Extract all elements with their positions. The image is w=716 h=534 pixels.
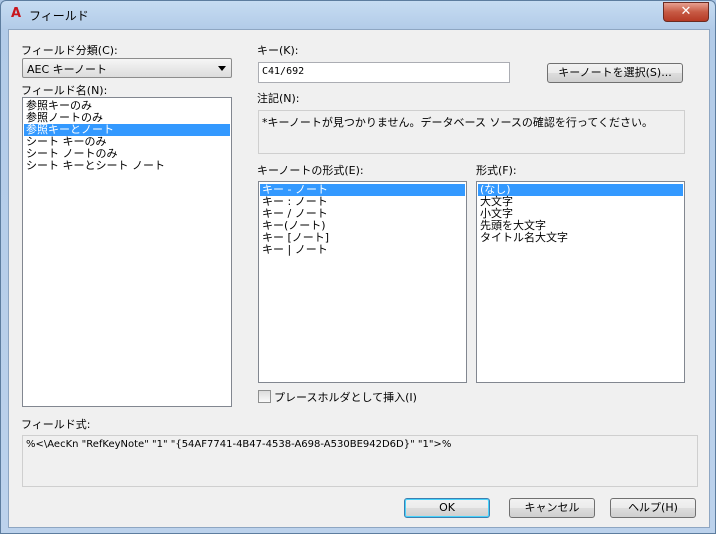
field-expression-text: %<\AecKn "RefKeyNote" "1" "{54AF7741-4B4…: [26, 439, 452, 450]
note-label: 注記(N):: [257, 92, 300, 105]
placeholder-checkbox[interactable]: [258, 390, 271, 403]
list-item[interactable]: タイトル名大文字: [478, 232, 683, 244]
field-expression-label: フィールド式:: [21, 418, 91, 431]
keynote-format-list[interactable]: キー - ノート キー : ノート キー / ノート キー(ノート) キー [ノート] キ…: [258, 181, 467, 383]
ok-button[interactable]: OK: [404, 498, 490, 518]
dialog-body: フィールド分類(C): AEC キーノート フィールド名(N): 参照キーのみ参…: [8, 29, 710, 528]
list-item[interactable]: キー | ノート: [260, 244, 465, 256]
key-input[interactable]: C41/692: [258, 62, 510, 83]
field-category-value: AEC キーノート: [27, 63, 107, 76]
note-text: *キーノートが見つかりません。データベース ソースの確認を行ってください。: [262, 116, 654, 129]
field-expression-area: %<\AecKn "RefKeyNote" "1" "{54AF7741-4B4…: [22, 435, 698, 487]
field-names-label: フィールド名(N):: [21, 84, 108, 97]
help-button[interactable]: ヘルプ(H): [610, 498, 696, 518]
key-label: キー(K):: [257, 44, 299, 57]
window-title: フィールド: [29, 9, 89, 23]
chevron-down-icon: [218, 66, 226, 71]
field-category-dropdown[interactable]: AEC キーノート: [22, 58, 232, 78]
close-icon: ✕: [680, 4, 692, 19]
field-names-list[interactable]: 参照キーのみ 参照ノートのみ 参照キーとノート シート キーのみ シート ノートのみ シー…: [22, 97, 232, 407]
list-item[interactable]: シート キーとシート ノート: [24, 160, 230, 172]
text-format-list[interactable]: (なし) 大文字 小文字 先頭を大文字 タイトル名大文字: [476, 181, 685, 383]
field-category-label: フィールド分類(C):: [21, 44, 118, 57]
close-button[interactable]: ✕: [663, 2, 709, 22]
placeholder-checkbox-label[interactable]: プレースホルダとして挿入(I): [274, 389, 417, 405]
field-dialog: A フィールド ✕ フィールド分類(C): AEC キーノート フィールド名(N…: [0, 0, 716, 534]
keynote-format-label: キーノートの形式(E):: [257, 164, 364, 177]
title-bar[interactable]: A フィールド ✕: [1, 1, 715, 29]
cancel-button[interactable]: キャンセル: [509, 498, 595, 518]
note-text-area: *キーノートが見つかりません。データベース ソースの確認を行ってください。: [258, 110, 685, 154]
key-input-value: C41/692: [262, 66, 305, 77]
select-keynote-button[interactable]: キーノートを選択(S)...: [547, 63, 683, 83]
text-format-label: 形式(F):: [476, 164, 517, 177]
autocad-logo-icon: A: [10, 6, 22, 21]
